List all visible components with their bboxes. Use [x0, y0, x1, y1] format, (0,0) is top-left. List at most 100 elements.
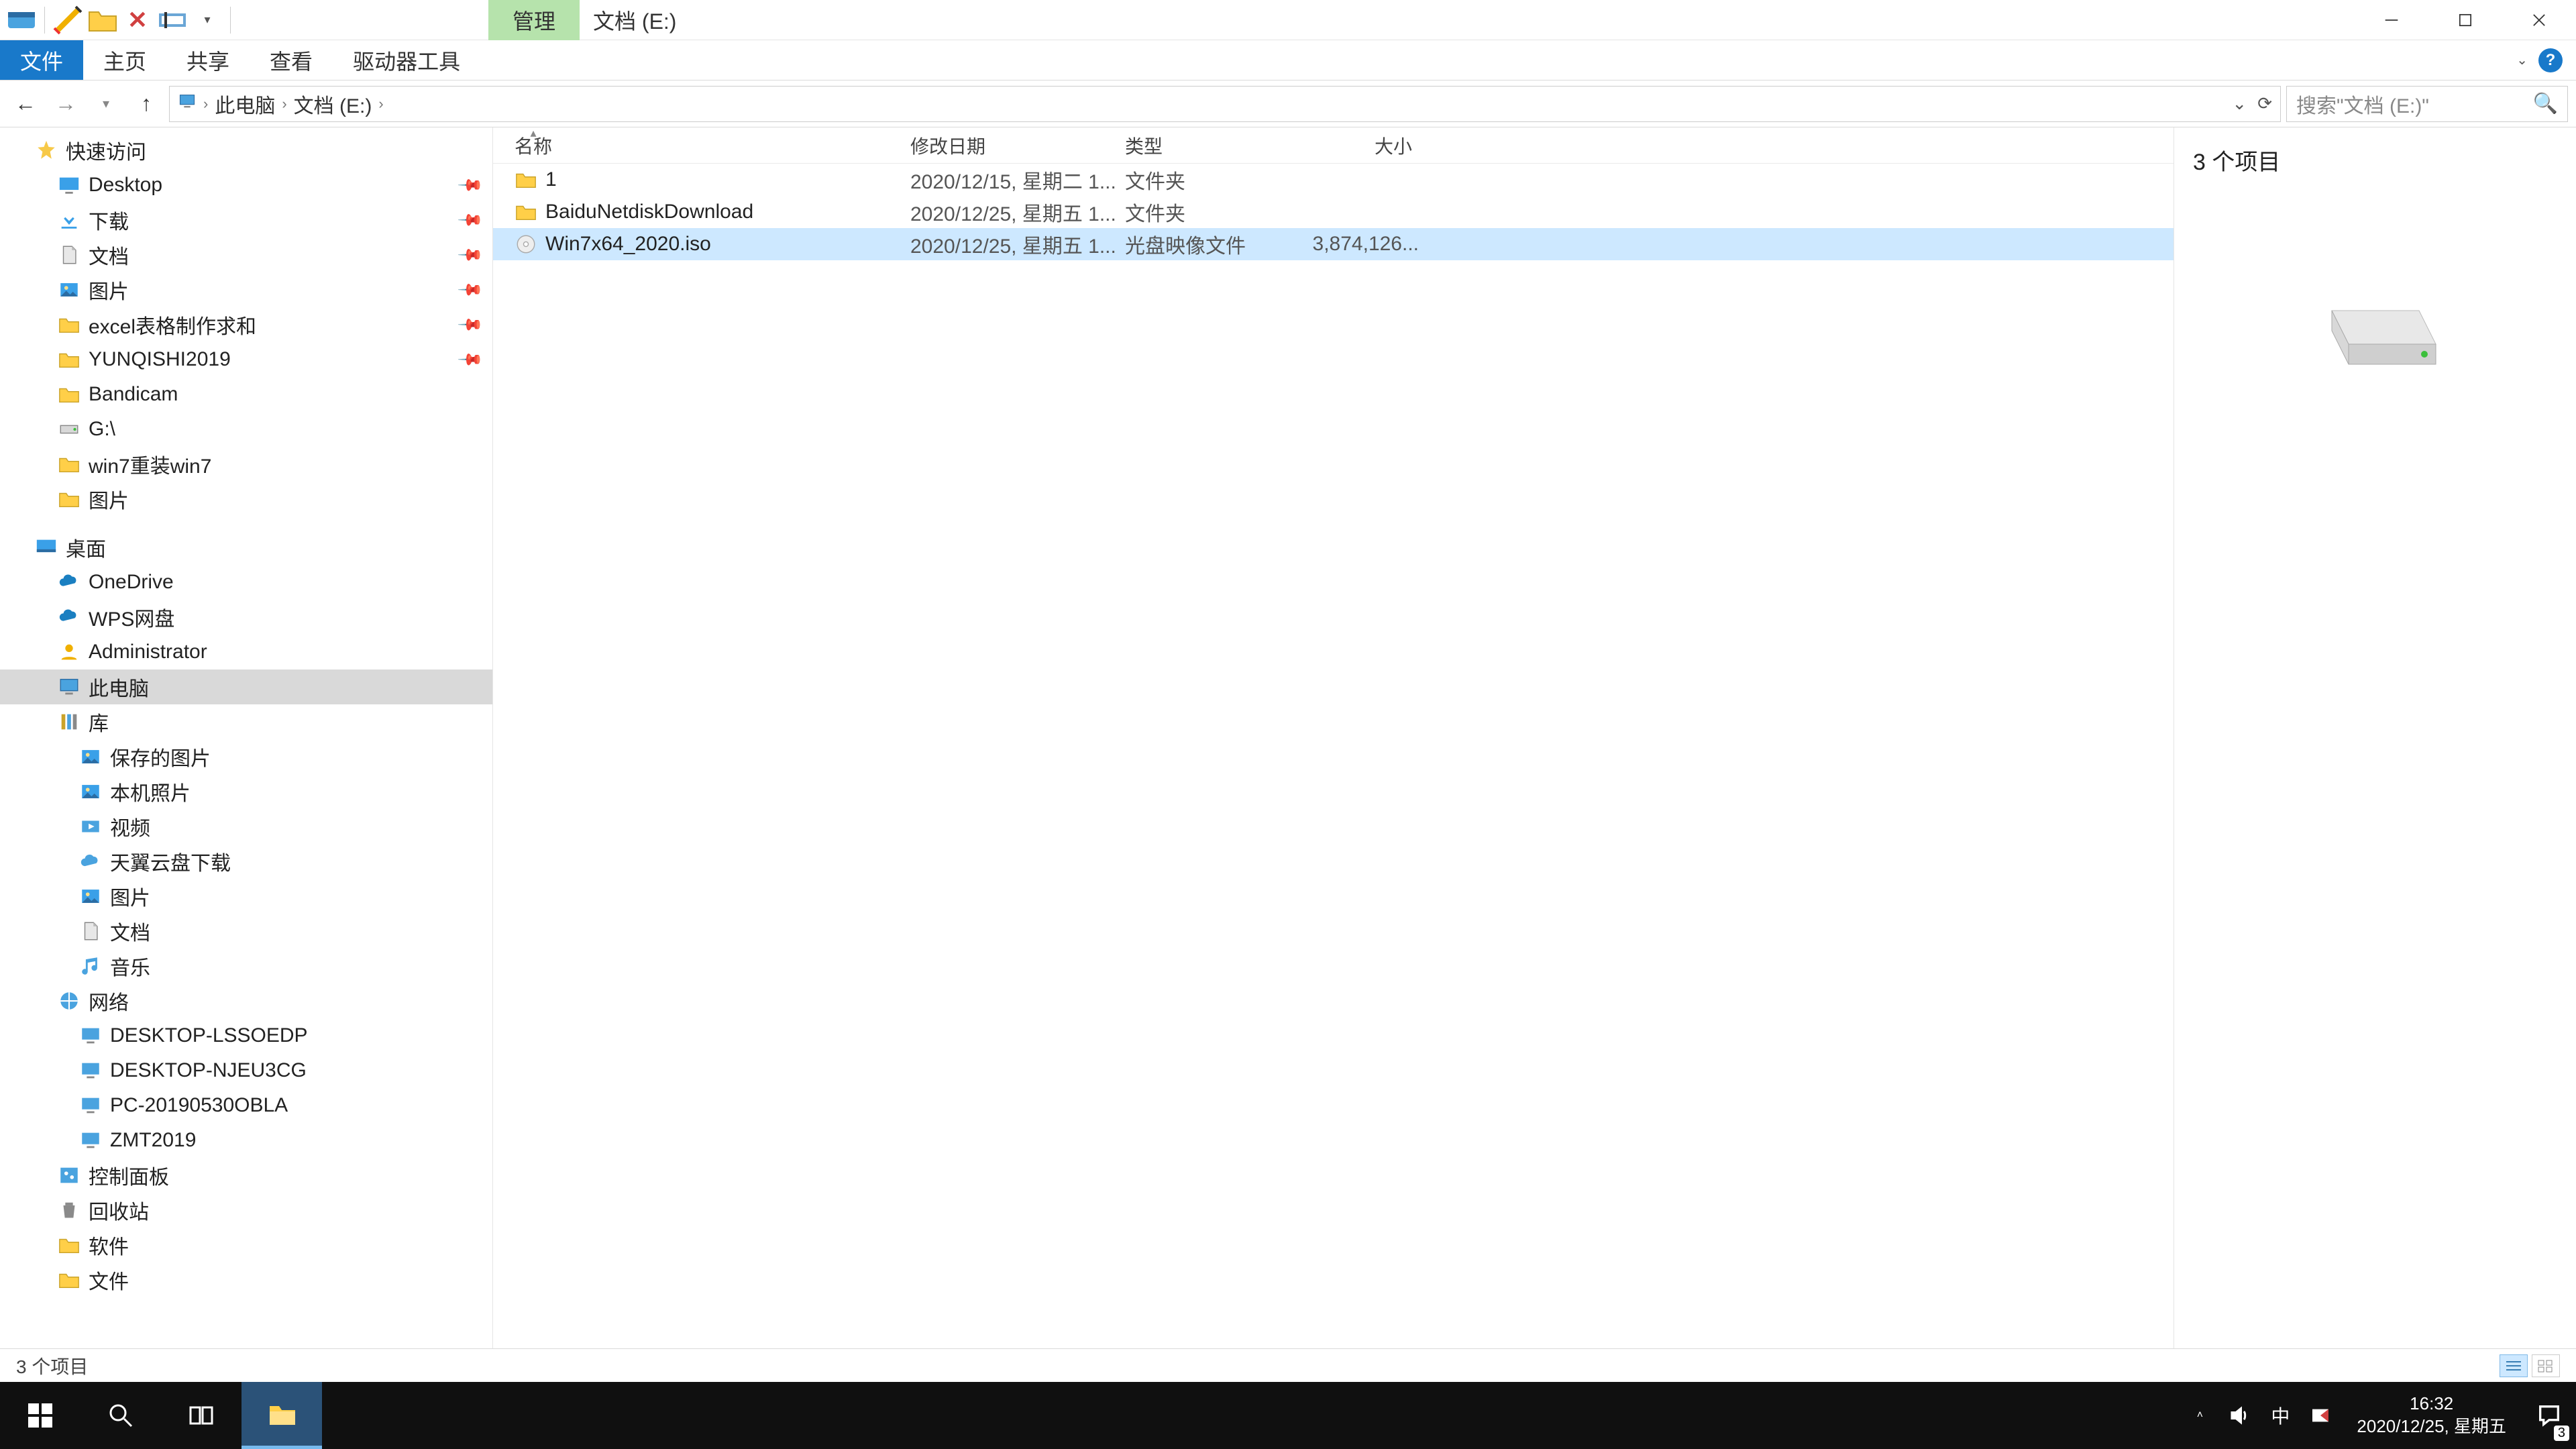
- address-dropdown-icon[interactable]: ⌄: [2232, 93, 2247, 114]
- column-type[interactable]: 类型: [1125, 127, 1305, 163]
- search-icon[interactable]: 🔍: [2533, 92, 2558, 115]
- drive-icon: [2312, 297, 2439, 384]
- tree-item[interactable]: ZMT2019: [0, 1123, 492, 1158]
- tree-item[interactable]: 文档📌: [0, 237, 492, 272]
- tree-label: excel表格制作求和: [89, 310, 256, 339]
- file-row[interactable]: Win7x64_2020.iso2020/12/25, 星期五 1...光盘映像…: [493, 228, 2174, 260]
- tree-item[interactable]: 图片📌: [0, 272, 492, 307]
- crumb-this-pc[interactable]: 此电脑: [215, 89, 275, 119]
- file-row[interactable]: 12020/12/15, 星期二 1...文件夹: [493, 164, 2174, 196]
- view-icons-button[interactable]: [2532, 1354, 2560, 1377]
- tree-item[interactable]: 文件: [0, 1263, 492, 1297]
- volume-icon[interactable]: [2220, 1382, 2260, 1449]
- start-button[interactable]: [0, 1382, 80, 1449]
- tree-item[interactable]: PC-20190530OBLA: [0, 1088, 492, 1123]
- tree-item[interactable]: 本机照片: [0, 774, 492, 809]
- tree-item[interactable]: 图片: [0, 482, 492, 517]
- tab-view[interactable]: 查看: [250, 40, 333, 80]
- tray-overflow-icon[interactable]: ˄: [2180, 1382, 2220, 1449]
- folder-icon: [58, 348, 80, 371]
- qat-new-folder-icon[interactable]: [87, 4, 119, 36]
- tree-item[interactable]: Bandicam: [0, 377, 492, 412]
- tree-item[interactable]: YUNQISHI2019📌: [0, 342, 492, 377]
- tree-item[interactable]: G:\: [0, 412, 492, 447]
- tree-item[interactable]: Desktop📌: [0, 168, 492, 203]
- tree-item[interactable]: OneDrive: [0, 565, 492, 600]
- tree-item[interactable]: 下载📌: [0, 203, 492, 237]
- maximize-button[interactable]: [2428, 0, 2502, 40]
- column-name[interactable]: 名称▴: [515, 127, 910, 163]
- tree-item[interactable]: 图片: [0, 879, 492, 914]
- pictures-icon: [58, 278, 80, 301]
- tree-item[interactable]: 天翼云盘下载: [0, 844, 492, 879]
- app-icon[interactable]: [5, 4, 38, 36]
- folder-icon: [515, 168, 537, 191]
- action-center-button[interactable]: 3: [2522, 1382, 2576, 1449]
- minimize-button[interactable]: [2355, 0, 2428, 40]
- tree-item[interactable]: 文档: [0, 914, 492, 949]
- tab-drive-tools[interactable]: 驱动器工具: [333, 40, 480, 80]
- address-bar[interactable]: › 此电脑 › 文档 (E:) › ⌄ ⟳: [169, 86, 2281, 122]
- qat-rename-icon[interactable]: [156, 4, 189, 36]
- column-headers: 名称▴ 修改日期 类型 大小: [493, 127, 2174, 164]
- column-size[interactable]: 大小: [1305, 127, 1419, 163]
- tree-desktop-root[interactable]: 桌面: [0, 530, 492, 565]
- navigation-tree[interactable]: 快速访问 Desktop📌下载📌文档📌图片📌excel表格制作求和📌YUNQIS…: [0, 127, 493, 1348]
- chevron-right-icon[interactable]: ›: [378, 95, 383, 113]
- main-area: 快速访问 Desktop📌下载📌文档📌图片📌excel表格制作求和📌YUNQIS…: [0, 127, 2576, 1348]
- pin-icon: 📌: [456, 345, 484, 374]
- search-input[interactable]: 搜索"文档 (E:)" 🔍: [2286, 86, 2568, 122]
- tree-item[interactable]: Administrator: [0, 635, 492, 669]
- column-date[interactable]: 修改日期: [910, 127, 1125, 163]
- control-icon: [58, 1164, 80, 1187]
- recycle-icon: [58, 1199, 80, 1222]
- qat-dropdown-icon[interactable]: ▾: [191, 4, 223, 36]
- qat-properties-icon[interactable]: [52, 4, 84, 36]
- tree-label: 图片: [89, 484, 129, 514]
- nav-forward-button[interactable]: →: [48, 87, 83, 121]
- tab-file[interactable]: 文件: [0, 40, 83, 80]
- tree-item[interactable]: win7重装win7: [0, 447, 492, 482]
- taskbar-clock[interactable]: 16:32 2020/12/25, 星期五: [2341, 1393, 2522, 1438]
- tray-app-icon[interactable]: [2300, 1382, 2341, 1449]
- desktop-icon: [58, 174, 80, 197]
- tree-label: 文档: [110, 916, 150, 946]
- tree-item[interactable]: 保存的图片: [0, 739, 492, 774]
- qat-delete-icon[interactable]: ✕: [121, 4, 154, 36]
- tree-item[interactable]: 库: [0, 704, 492, 739]
- chevron-right-icon[interactable]: ›: [203, 95, 208, 113]
- chevron-right-icon[interactable]: ›: [282, 95, 286, 113]
- tree-item[interactable]: 音乐: [0, 949, 492, 983]
- tab-home[interactable]: 主页: [83, 40, 166, 80]
- tree-item[interactable]: 此电脑: [0, 669, 492, 704]
- task-view-button[interactable]: [161, 1382, 241, 1449]
- nav-up-button[interactable]: ↑: [129, 87, 164, 121]
- tree-item[interactable]: 软件: [0, 1228, 492, 1263]
- title-bar: ✕ ▾ 管理 文档 (E:): [0, 0, 2576, 40]
- tree-item[interactable]: WPS网盘: [0, 600, 492, 635]
- tree-quick-access[interactable]: 快速访问: [0, 133, 492, 168]
- view-details-button[interactable]: [2500, 1354, 2528, 1377]
- tree-item[interactable]: 回收站: [0, 1193, 492, 1228]
- tree-item[interactable]: 视频: [0, 809, 492, 844]
- tree-item[interactable]: DESKTOP-NJEU3CG: [0, 1053, 492, 1088]
- help-icon[interactable]: ?: [2538, 48, 2563, 72]
- pictures-icon: [79, 745, 102, 768]
- tree-network[interactable]: 网络: [0, 983, 492, 1018]
- tree-item[interactable]: 控制面板: [0, 1158, 492, 1193]
- search-button[interactable]: [80, 1382, 161, 1449]
- ime-indicator[interactable]: 中: [2260, 1382, 2300, 1449]
- file-row[interactable]: BaiduNetdiskDownload2020/12/25, 星期五 1...…: [493, 196, 2174, 228]
- tree-item[interactable]: excel表格制作求和📌: [0, 307, 492, 342]
- close-button[interactable]: [2502, 0, 2576, 40]
- nav-back-button[interactable]: ←: [8, 87, 43, 121]
- file-rows[interactable]: 12020/12/15, 星期二 1...文件夹BaiduNetdiskDown…: [493, 164, 2174, 260]
- tree-item[interactable]: DESKTOP-LSSOEDP: [0, 1018, 492, 1053]
- tree-label: 快速访问: [66, 136, 146, 165]
- crumb-current[interactable]: 文档 (E:): [294, 89, 372, 119]
- taskbar-explorer-button[interactable]: [241, 1382, 322, 1449]
- nav-history-dropdown[interactable]: ▾: [89, 87, 123, 121]
- tab-share[interactable]: 共享: [166, 40, 250, 80]
- refresh-icon[interactable]: ⟳: [2257, 93, 2272, 114]
- expand-ribbon-icon[interactable]: ⌄: [2516, 52, 2528, 68]
